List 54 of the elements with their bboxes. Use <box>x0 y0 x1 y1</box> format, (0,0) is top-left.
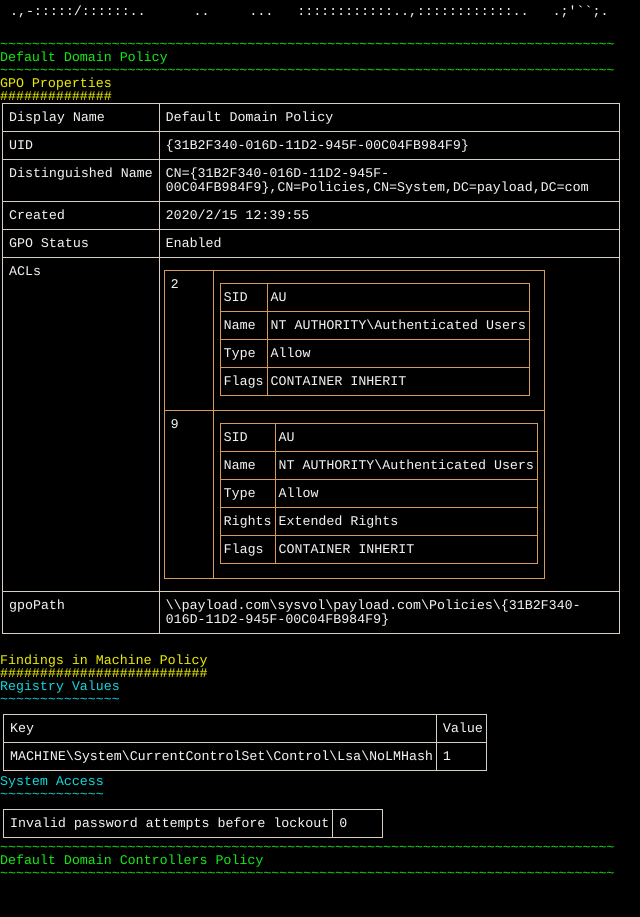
column-header: Value <box>436 714 486 742</box>
acl-id: 9 <box>164 410 214 578</box>
acl-value: Allow <box>275 480 538 508</box>
table-cell: 1 <box>436 742 486 770</box>
property-label: Distinguished Name <box>2 160 160 202</box>
section-title: Registry Values <box>0 680 120 694</box>
acl-key: Name <box>220 452 276 480</box>
acl-value: Allow <box>267 340 530 368</box>
title-underline: ~~~~~~~~~~~~~~~~~~~~~~~~~~~~~~~~~~~~~~~~~~~~~~~~~~~~~~~~~~~~~~~~~~~~~~~~~~~~~ <box>0 65 614 77</box>
section-title: Findings in Machine Policy <box>0 654 208 668</box>
column-header: Key <box>4 714 436 742</box>
acl-key: Type <box>220 340 268 368</box>
section-title: Default Domain Controllers Policy <box>0 854 264 868</box>
acl-value: NT AUTHORITY\Authenticated Users <box>275 452 538 480</box>
section-title: GPO Properties <box>0 77 112 91</box>
acl-key: Rights <box>220 508 276 536</box>
table-cell: MACHINE\System\CurrentControlSet\Control\Lsa\NoLMHash <box>4 742 436 770</box>
acl-value: AU <box>275 424 538 452</box>
property-label: GPO Status <box>2 230 160 258</box>
table-cell: Invalid password attempts before lockout <box>4 810 333 838</box>
acl-value: CONTAINER INHERIT <box>275 536 538 564</box>
acl-key: Name <box>220 312 268 340</box>
section-title: System Access <box>0 775 104 789</box>
property-value: Enabled <box>159 230 620 258</box>
acl-id: 2 <box>164 270 214 410</box>
title-underline: ~~~~~~~~~~~~~ <box>0 789 104 801</box>
acl-key: Type <box>220 480 276 508</box>
property-value: {31B2F340-016D-11D2-945F-00C04FB984F9} <box>159 132 620 160</box>
property-value: CN={31B2F340-016D-11D2-945F-00C04FB984F9},CN=Policies,CN=System,DC=payload,DC=com <box>159 160 620 202</box>
acl-key: SID <box>220 284 268 312</box>
title-underline: ~~~~~~~~~~~~~~~~~~~~~~~~~~~~~~~~~~~~~~~~~~~~~~~~~~~~~~~~~~~~~~~~~~~~~~~~~~~~~ <box>0 868 614 880</box>
property-label: gpoPath <box>2 592 160 634</box>
tilde-rule: ~~~~~~~~~~~~~~~~~~~~~~~~~~~~~~~~~~~~~~~~~~~~~~~~~~~~~~~~~~~~~~~~~~~~~~~~~~~~~ <box>0 842 614 854</box>
title-underline: ~~~~~~~~~~~~~~~ <box>0 694 120 706</box>
property-label: UID <box>2 132 160 160</box>
acl-key: Flags <box>220 536 276 564</box>
ascii-art-text: .,-:::::/::::::.. .. ... ::::::::::::..,::::::::::::.. .;'``;. <box>8 3 610 21</box>
section-title: Default Domain Policy <box>0 51 168 65</box>
property-value: Default Domain Policy <box>159 104 620 132</box>
property-value: 2020/2/15 12:39:55 <box>159 202 620 230</box>
title-underline: ########################## <box>0 668 208 680</box>
title-underline: ############## <box>0 91 112 103</box>
acl-key: Flags <box>220 368 268 396</box>
property-label: ACLs <box>2 258 160 592</box>
table-cell: 0 <box>332 810 383 838</box>
acl-value: Extended Rights <box>275 508 538 536</box>
tilde-rule: ~~~~~~~~~~~~~~~~~~~~~~~~~~~~~~~~~~~~~~~~~~~~~~~~~~~~~~~~~~~~~~~~~~~~~~~~~~~~~ <box>0 39 614 51</box>
acl-value: CONTAINER INHERIT <box>267 368 530 396</box>
property-label: Created <box>2 202 160 230</box>
acl-value: NT AUTHORITY\Authenticated Users <box>267 312 530 340</box>
acl-value: AU <box>267 284 530 312</box>
property-label: Display Name <box>2 104 160 132</box>
property-value: \\payload.com\sysvol\payload.com\Policies\{31B2F340-016D-11D2-945F-00C04FB984F9} <box>159 592 620 634</box>
acl-key: SID <box>220 424 276 452</box>
